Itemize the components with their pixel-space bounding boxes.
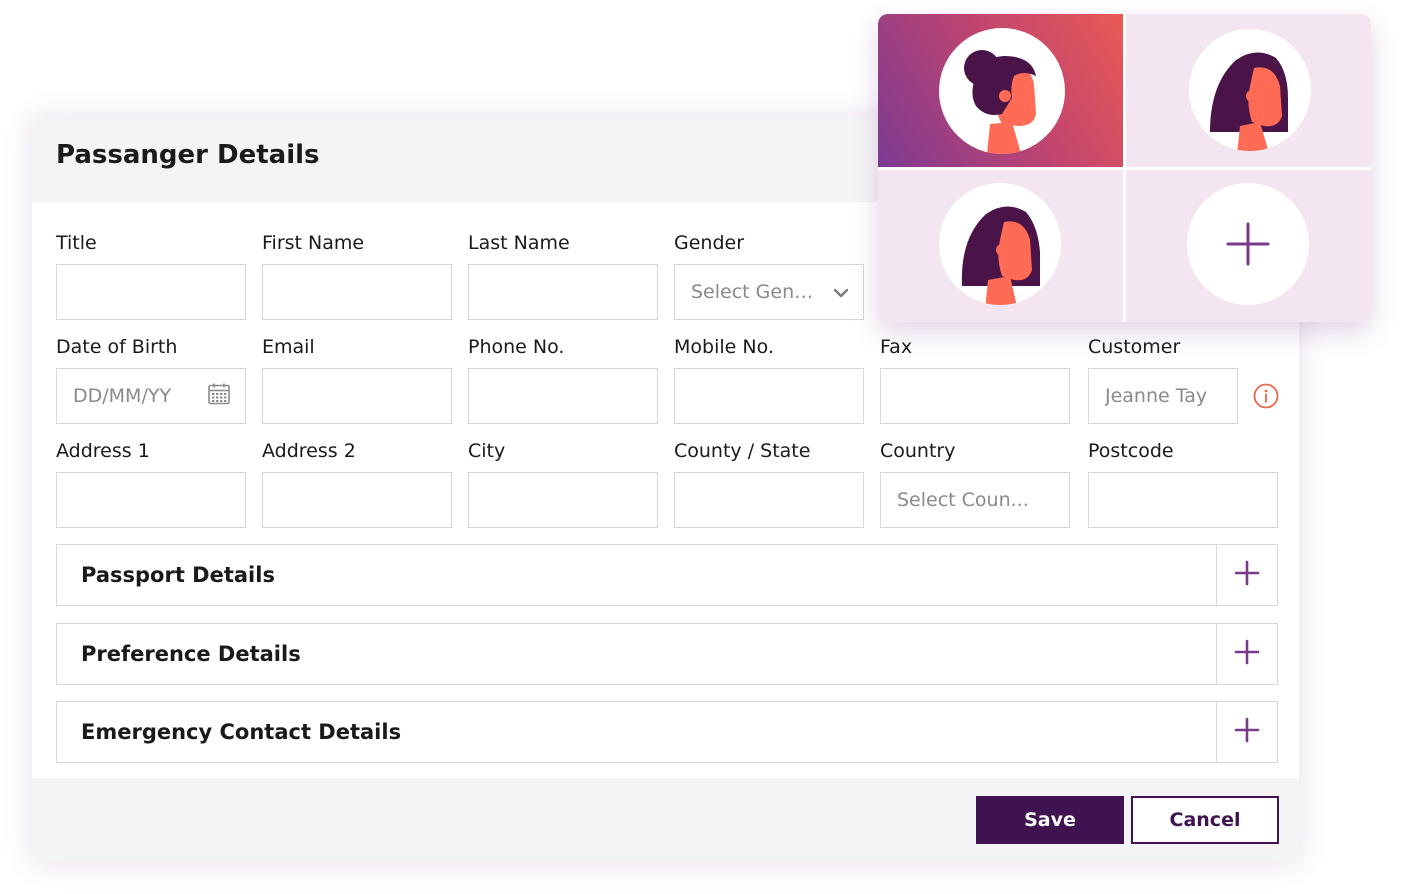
title-label: Title (56, 232, 97, 254)
email-input[interactable] (262, 368, 452, 424)
address1-input[interactable] (56, 472, 246, 528)
fax-label: Fax (880, 336, 913, 358)
address1-label: Address 1 (56, 440, 150, 462)
expand-preference-button[interactable] (1216, 624, 1277, 684)
gender-select[interactable]: Select Gend... (674, 264, 864, 320)
first-name-label: First Name (262, 232, 365, 254)
address2-input[interactable] (262, 472, 452, 528)
customer-value: Jeanne Tay (1105, 385, 1208, 407)
dob-placeholder: DD/MM/YY (73, 385, 172, 407)
mobile-label: Mobile No. (674, 336, 774, 358)
section-emergency-contact-details[interactable]: Emergency Contact Details (56, 701, 1278, 763)
customer-input[interactable]: Jeanne Tay (1088, 368, 1238, 424)
fax-input[interactable] (880, 368, 1070, 424)
avatar-tile-2[interactable] (1126, 14, 1371, 167)
woman-long-hair-avatar-icon (939, 183, 1061, 305)
section-passport-details[interactable]: Passport Details (56, 544, 1278, 606)
phone-label: Phone No. (468, 336, 565, 358)
expand-passport-button[interactable] (1216, 545, 1277, 605)
plus-icon (1187, 183, 1309, 305)
dob-label: Date of Birth (56, 336, 178, 358)
first-name-input[interactable] (262, 264, 452, 320)
woman-bun-avatar-icon (939, 28, 1065, 154)
section-title: Emergency Contact Details (81, 720, 402, 744)
expand-emergency-button[interactable] (1216, 702, 1277, 762)
last-name-label: Last Name (468, 232, 570, 254)
section-title: Preference Details (81, 642, 301, 666)
info-icon[interactable] (1253, 383, 1279, 413)
save-button[interactable]: Save (976, 796, 1124, 844)
plus-icon (1234, 717, 1260, 747)
mobile-input[interactable] (674, 368, 864, 424)
country-label: Country (880, 440, 956, 462)
postcode-label: Postcode (1088, 440, 1174, 462)
country-select[interactable]: Select Coun... (880, 472, 1070, 528)
woman-long-hair-avatar-icon (1189, 29, 1311, 151)
city-label: City (468, 440, 506, 462)
address2-label: Address 2 (262, 440, 356, 462)
card-footer: Save Cancel (32, 778, 1299, 862)
county-state-input[interactable] (674, 472, 864, 528)
city-input[interactable] (468, 472, 658, 528)
postcode-input[interactable] (1088, 472, 1278, 528)
email-label: Email (262, 336, 315, 358)
cancel-button[interactable]: Cancel (1131, 796, 1279, 844)
avatar-tile-3[interactable] (878, 170, 1123, 322)
country-placeholder: Select Coun... (897, 489, 1029, 511)
plus-icon (1234, 560, 1260, 590)
county-state-label: County / State (674, 440, 811, 462)
dob-input[interactable]: DD/MM/YY (56, 368, 246, 424)
customer-label: Customer (1088, 336, 1181, 358)
phone-input[interactable] (468, 368, 658, 424)
section-title: Passport Details (81, 563, 275, 587)
avatar-picker (878, 14, 1371, 322)
page-title: Passanger Details (56, 140, 320, 170)
chevron-down-icon (833, 281, 849, 303)
last-name-input[interactable] (468, 264, 658, 320)
gender-label: Gender (674, 232, 745, 254)
gender-placeholder: Select Gend... (691, 281, 823, 303)
add-avatar-tile[interactable] (1126, 170, 1371, 322)
plus-icon (1234, 639, 1260, 669)
section-preference-details[interactable]: Preference Details (56, 623, 1278, 685)
title-input[interactable] (56, 264, 246, 320)
calendar-icon[interactable] (207, 382, 231, 411)
avatar-tile-selected[interactable] (878, 14, 1123, 167)
